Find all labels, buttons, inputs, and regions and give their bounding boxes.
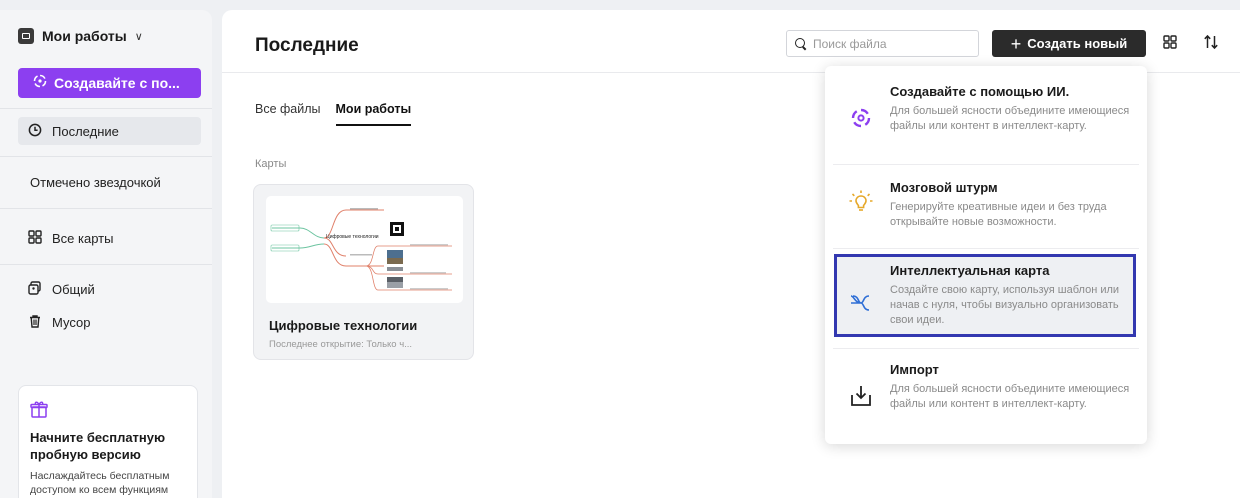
- grid-icon: [28, 229, 42, 247]
- search-placeholder: Поиск файла: [813, 36, 887, 51]
- chevron-down-icon: ∨: [134, 30, 143, 43]
- file-tabs: Все файлы Мои работы: [255, 102, 412, 126]
- create-with-ai-button[interactable]: Создавайте с по...: [18, 68, 201, 98]
- dropdown-item-import[interactable]: Импорт Для большей ясности объедините им…: [833, 362, 1139, 432]
- file-card[interactable]: Цифровые технологии Цифровые технологии: [253, 184, 474, 360]
- tab-my-works[interactable]: Мои работы: [335, 102, 412, 126]
- dropdown-item-title: Создавайте с помощью ИИ.: [890, 84, 1070, 99]
- sidebar-item-label: Все карты: [52, 230, 114, 246]
- thumb-central-topic: Цифровые технологии: [326, 234, 379, 240]
- divider: [833, 248, 1139, 249]
- trial-title: Начните бесплатную пробную версию: [30, 430, 166, 462]
- search-icon: [795, 37, 807, 50]
- mindmap-icon: [847, 289, 875, 317]
- sidebar-item-label: Общий: [52, 281, 95, 297]
- gift-icon: [30, 400, 186, 421]
- section-label-maps: Карты: [255, 158, 287, 170]
- grid-view-icon[interactable]: [1163, 35, 1177, 52]
- workspace-label: Мои работы: [42, 28, 127, 44]
- import-icon: [847, 382, 875, 410]
- sidebar-item-starred[interactable]: Отмечено звездочкой: [18, 168, 201, 196]
- divider: [0, 208, 212, 209]
- create-new-dropdown: Создавайте с помощью ИИ. Для большей ясн…: [825, 66, 1147, 444]
- divider: [0, 108, 212, 109]
- file-name: Цифровые технологии: [269, 318, 418, 333]
- page-title: Последние: [255, 35, 359, 56]
- sidebar-item-trash[interactable]: Мусор: [18, 308, 201, 336]
- lightbulb-icon: [847, 188, 875, 216]
- divider: [833, 164, 1139, 165]
- workspace-icon: [18, 28, 34, 44]
- dropdown-item-desc: Для большей ясности объедините имеющиеся…: [890, 105, 1130, 132]
- sidebar: Мои работы ∨ Создавайте с по... Последни…: [0, 10, 212, 498]
- create-with-ai-label: Создавайте с по...: [54, 75, 180, 91]
- dropdown-item-title: Интеллектуальная карта: [890, 263, 1050, 278]
- sidebar-item-label: Отмечено звездочкой: [30, 174, 161, 190]
- divider: [0, 264, 212, 265]
- clock-icon: [28, 123, 42, 140]
- dropdown-item-desc: Для большей ясности объедините имеющиеся…: [890, 383, 1130, 410]
- create-new-label: Создать новый: [1027, 36, 1128, 51]
- sidebar-item-all-maps[interactable]: Все карты: [18, 224, 201, 252]
- ai-sparkle-icon: [847, 104, 875, 132]
- dropdown-item-title: Импорт: [890, 362, 939, 377]
- dropdown-item-desc: Создайте свою карту, используя шаблон ил…: [890, 284, 1120, 326]
- sort-icon[interactable]: [1203, 33, 1219, 55]
- mindmap-thumbnail: Цифровые технологии: [266, 196, 463, 303]
- sidebar-item-shared[interactable]: Общий: [18, 275, 201, 303]
- divider: [0, 156, 212, 157]
- plus-icon: +: [1010, 33, 1022, 54]
- trial-text: Наслаждайтесь бесплатным доступом ко все…: [30, 470, 170, 496]
- workspace-switcher[interactable]: Мои работы ∨: [18, 28, 143, 44]
- sidebar-item-label: Последние: [52, 123, 119, 139]
- trash-icon: [28, 314, 42, 331]
- divider: [833, 348, 1139, 349]
- trial-promo-card[interactable]: Начните бесплатную пробную версию Наслаж…: [18, 385, 198, 498]
- ai-sparkle-icon: [32, 73, 48, 93]
- dropdown-item-desc: Генерируйте креативные идеи и без труда …: [890, 201, 1107, 228]
- create-new-button[interactable]: + Создать новый: [992, 30, 1146, 57]
- sidebar-item-label: Мусор: [52, 314, 91, 330]
- tab-all-files[interactable]: Все файлы: [255, 102, 321, 126]
- dropdown-item-create-with-ai[interactable]: Создавайте с помощью ИИ. Для большей ясн…: [833, 84, 1139, 164]
- file-last-opened: Последнее открытие: Только ч...: [269, 339, 413, 350]
- dropdown-item-brainstorm[interactable]: Мозговой штурм Генерируйте креативные ид…: [833, 180, 1139, 240]
- sidebar-item-recent[interactable]: Последние: [18, 117, 201, 145]
- dropdown-item-mind-map[interactable]: Интеллектуальная карта Создайте свою кар…: [833, 263, 1139, 331]
- dropdown-item-title: Мозговой штурм: [890, 180, 998, 195]
- search-input[interactable]: Поиск файла: [786, 30, 979, 57]
- shared-icon: [28, 280, 42, 298]
